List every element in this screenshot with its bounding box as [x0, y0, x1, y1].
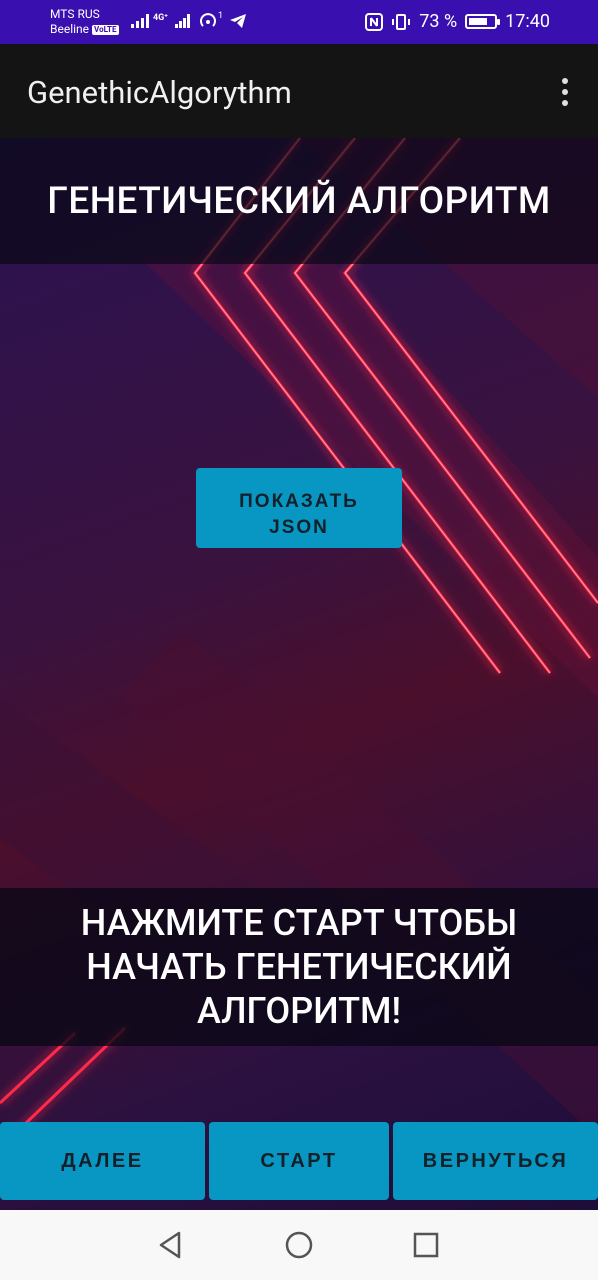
start-message: НАЖМИТЕ СТАРТ ЧТОБЫ НАЧАТЬ ГЕНЕТИЧЕСКИЙ … — [80, 902, 518, 1032]
notification-count: 1 — [217, 11, 223, 21]
status-left-icons: 4G⁺ 1 — [130, 11, 247, 30]
neon-background-image — [0, 138, 598, 1150]
volte-badge: VoLTE — [92, 24, 119, 35]
clock: 17:40 — [505, 11, 550, 32]
signal-icon — [131, 14, 149, 28]
circle-home-icon[interactable] — [284, 1230, 314, 1260]
battery-icon — [465, 14, 501, 29]
message-banner: НАЖМИТЕ СТАРТ ЧТОБЫ НАЧАТЬ ГЕНЕТИЧЕСКИЙ … — [0, 888, 598, 1046]
carrier-2: Beeline — [50, 22, 90, 36]
status-right: 73 % 17:40 — [365, 11, 550, 32]
start-button[interactable]: СТАРТ — [209, 1122, 389, 1200]
carrier-1: MTS RUS — [50, 7, 100, 21]
show-json-button[interactable]: ПОКАЗАТЬ JSON — [196, 468, 402, 548]
title-banner: ГЕНЕТИЧЕСКИЙ АЛГОРИТМ — [0, 138, 598, 264]
button-row: ДАЛЕЕ СТАРТ ВЕРНУТЬСЯ — [0, 1122, 598, 1202]
vibrate-icon — [392, 13, 411, 30]
carrier-info: MTS RUS Beeline VoLTE — [50, 7, 119, 37]
back-button[interactable]: ВЕРНУТЬСЯ — [393, 1122, 598, 1200]
status-bar: MTS RUS Beeline VoLTE 4G⁺ 1 73 % 17:40 — [0, 0, 598, 44]
app-title: GenethicAlgorythm — [27, 74, 292, 111]
signal-2-icon — [174, 14, 190, 28]
battery-percent: 73 % — [419, 11, 458, 32]
nfc-icon — [365, 12, 384, 31]
square-recent-icon[interactable] — [411, 1230, 441, 1260]
telegram-icon — [230, 14, 246, 28]
app-bar: GenethicAlgorythm — [0, 44, 598, 138]
triangle-back-icon[interactable] — [156, 1230, 186, 1260]
battery-fill — [469, 18, 487, 25]
main-content: ГЕНЕТИЧЕСКИЙ АЛГОРИТМ ПОКАЗАТЬ JSON НАЖМИ… — [0, 138, 598, 1210]
hotspot-icon — [200, 13, 216, 27]
network-type: 4G⁺ — [153, 13, 168, 23]
more-vert-icon[interactable] — [560, 78, 570, 106]
navigation-bar — [0, 1210, 598, 1280]
next-button[interactable]: ДАЛЕЕ — [0, 1122, 205, 1200]
page-title: ГЕНЕТИЧЕСКИЙ АЛГОРИТМ — [47, 179, 551, 223]
